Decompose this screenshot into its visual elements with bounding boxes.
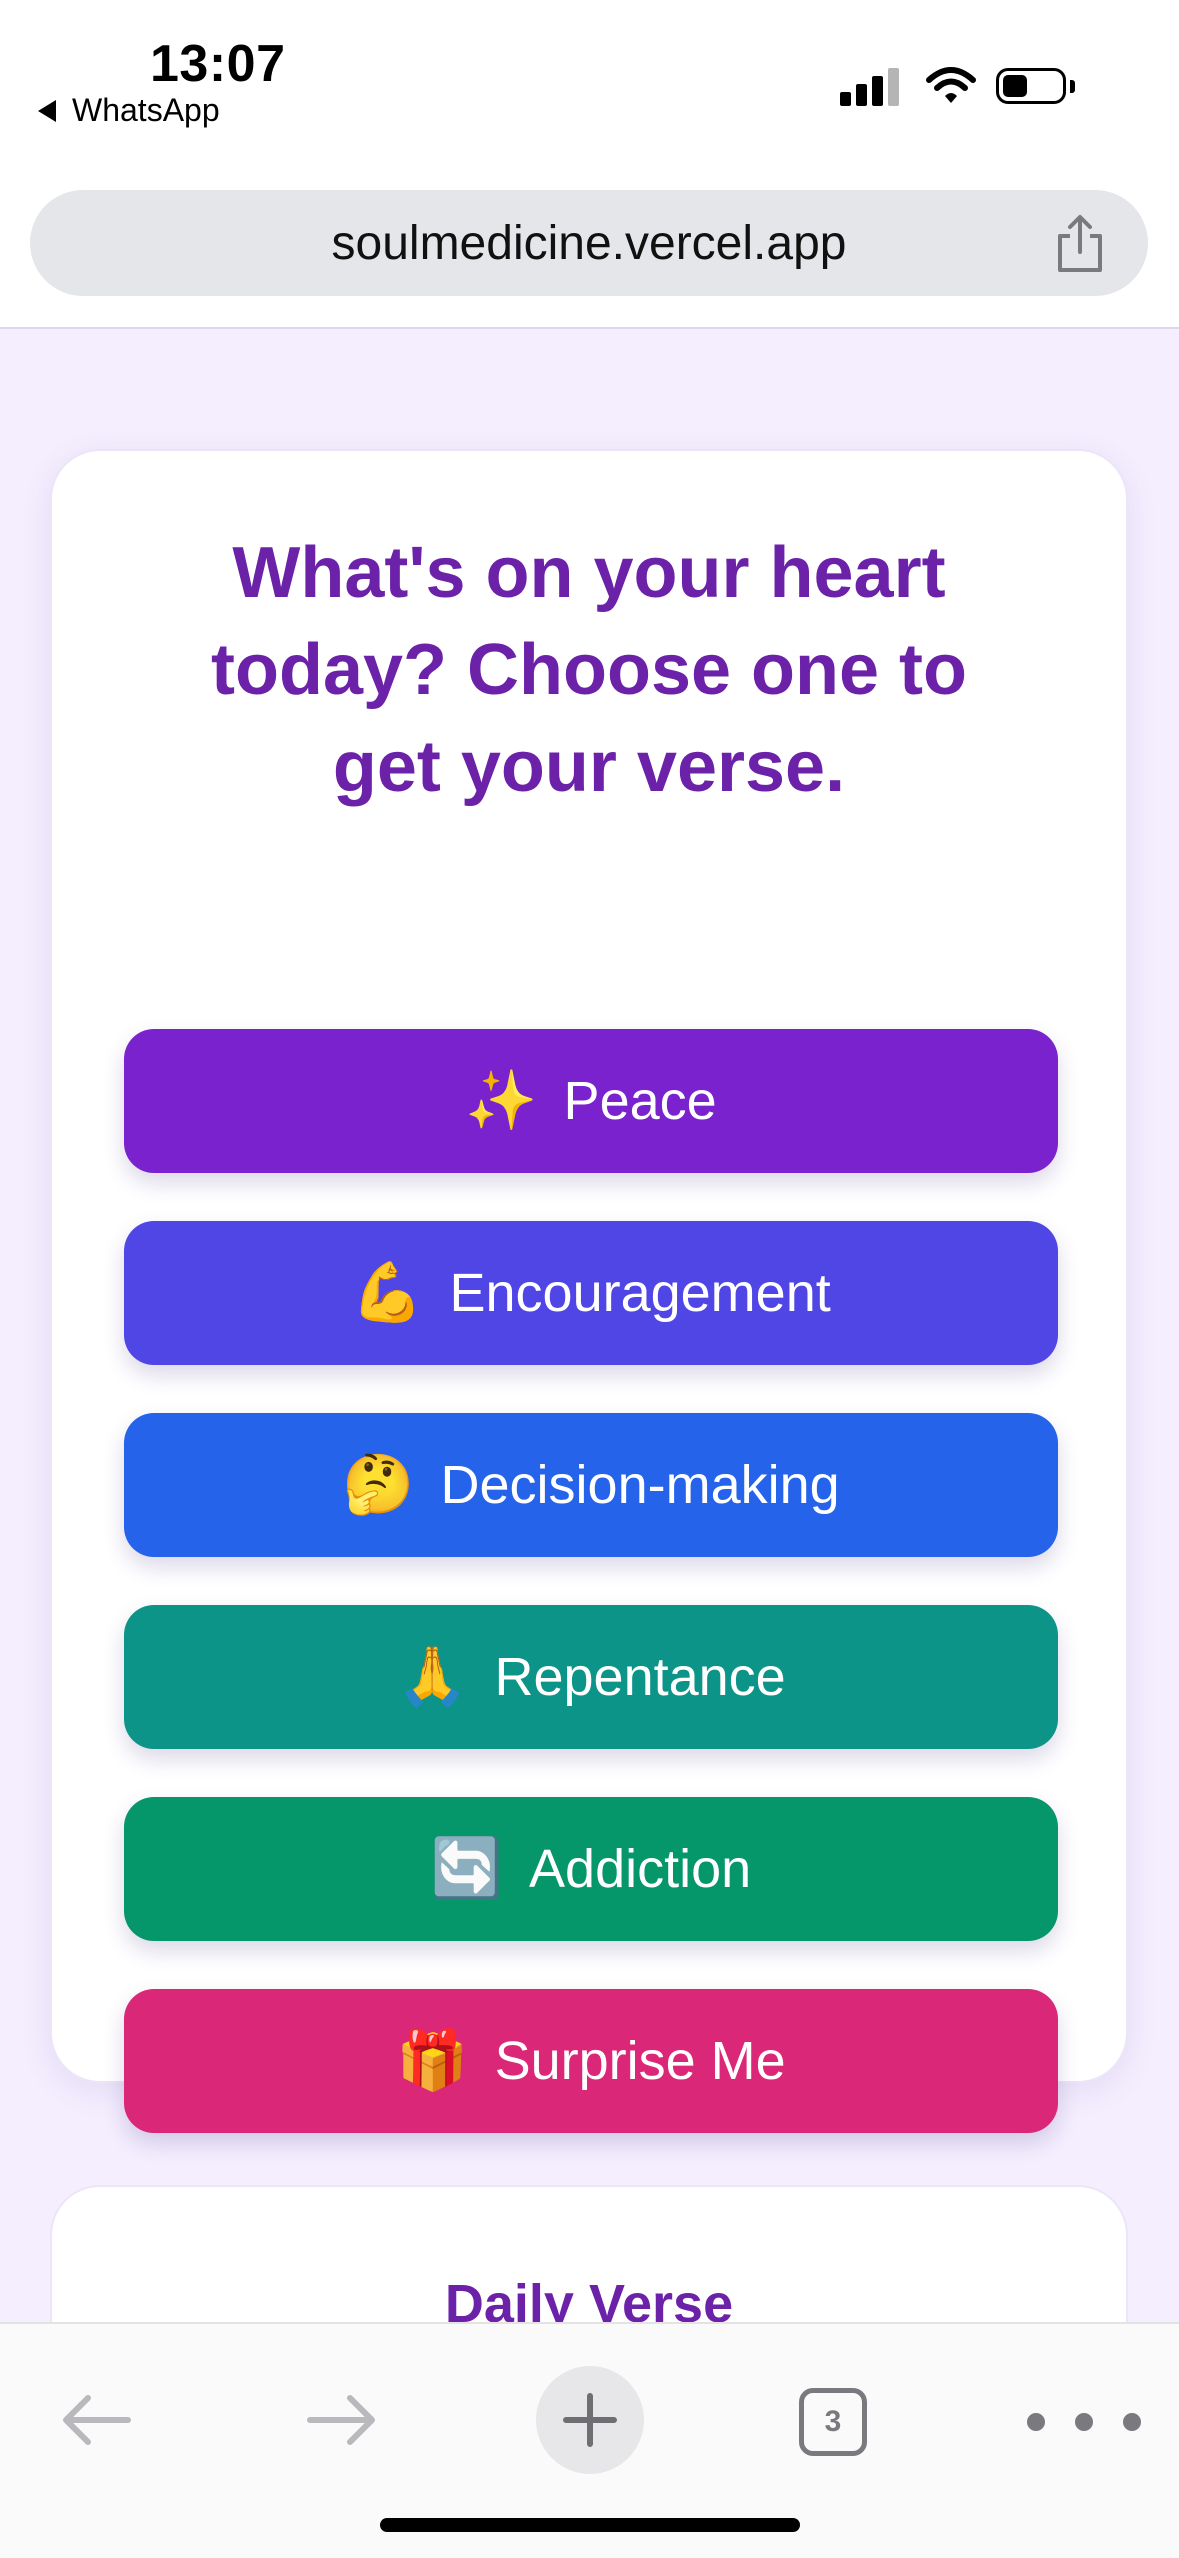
more-options-icon[interactable]: [1024, 2410, 1144, 2434]
peace-button-label: Peace: [563, 1071, 717, 1131]
counterclockwise-arrows-icon: 🔄: [430, 1836, 504, 1901]
home-indicator: [380, 2518, 800, 2532]
surprise-me-button-label: Surprise Me: [494, 2031, 786, 2091]
plus-icon: [563, 2393, 617, 2447]
repentance-button-label: Repentance: [494, 1647, 786, 1707]
share-icon[interactable]: [1052, 214, 1108, 274]
back-to-app-link[interactable]: WhatsApp: [38, 92, 220, 129]
repentance-button[interactable]: 🙏 Repentance: [124, 1605, 1058, 1749]
addiction-button-label: Addiction: [529, 1839, 752, 1899]
encouragement-button[interactable]: 💪 Encouragement: [124, 1221, 1058, 1365]
peace-button[interactable]: ✨ Peace: [124, 1029, 1058, 1173]
praying-hands-icon: 🙏: [396, 1644, 469, 1709]
battery-tip: [1070, 80, 1075, 93]
status-bar: 13:07 WhatsApp: [0, 0, 1179, 170]
flexed-biceps-icon: 💪: [351, 1260, 424, 1325]
encouragement-button-label: Encouragement: [449, 1263, 831, 1323]
forward-arrow-icon[interactable]: [304, 2390, 380, 2450]
wifi-icon: [926, 67, 976, 103]
page-content: What's on your heart today? Choose one t…: [0, 329, 1179, 2485]
thinking-face-icon: 🤔: [342, 1452, 415, 1517]
url-text: soulmedicine.vercel.app: [331, 217, 847, 270]
address-bar[interactable]: soulmedicine.vercel.app: [30, 190, 1148, 296]
tab-count-button[interactable]: 3: [799, 2388, 867, 2456]
surprise-me-button[interactable]: 🎁 Surprise Me: [124, 1989, 1058, 2133]
mood-selection-card: What's on your heart today? Choose one t…: [50, 449, 1128, 2133]
back-arrow-icon[interactable]: [58, 2390, 134, 2450]
decision-making-button[interactable]: 🤔 Decision-making: [124, 1413, 1058, 1557]
sparkles-icon: ✨: [465, 1068, 538, 1133]
gift-icon: 🎁: [396, 2028, 469, 2093]
back-app-label: WhatsApp: [72, 92, 220, 128]
new-tab-button[interactable]: [536, 2366, 644, 2474]
battery-icon: [996, 68, 1066, 104]
status-time: 13:07: [150, 35, 286, 93]
addiction-button[interactable]: 🔄 Addiction: [124, 1797, 1058, 1941]
back-triangle-icon: [38, 99, 56, 122]
decision-making-button-label: Decision-making: [440, 1455, 840, 1515]
page-title: What's on your heart today? Choose one t…: [211, 533, 967, 807]
status-icons: [840, 64, 1090, 110]
